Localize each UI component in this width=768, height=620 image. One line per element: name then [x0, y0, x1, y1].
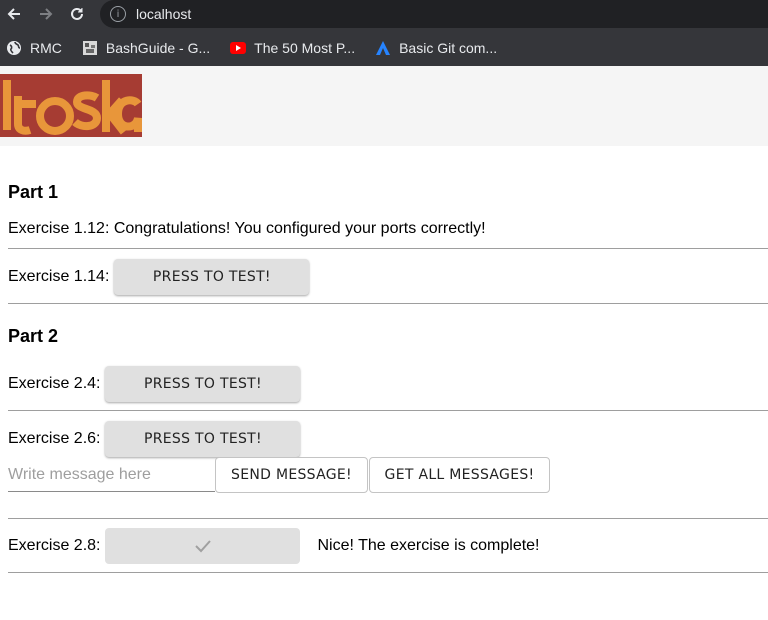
page-header — [0, 66, 768, 146]
send-message-button[interactable]: SEND MESSAGE! — [215, 457, 368, 493]
exercise-2-8-label: Exercise 2.8: — [8, 536, 101, 554]
bookmark-label: BashGuide - G... — [105, 40, 211, 56]
toska-logo — [0, 74, 142, 142]
main-content: Part 1 Exercise 1.12: Congratulations! Y… — [0, 146, 768, 573]
exercise-2-6-test-button[interactable]: PRESS TO TEST! — [105, 420, 301, 457]
back-icon[interactable] — [4, 4, 24, 24]
get-all-messages-button[interactable]: GET ALL MESSAGES! — [369, 457, 550, 493]
reload-icon[interactable] — [67, 4, 87, 24]
browser-toolbar: i localhost — [0, 0, 768, 30]
address-bar[interactable]: i localhost — [100, 0, 768, 28]
part1-heading: Part 1 — [8, 182, 59, 202]
exercise-1-12-text: Exercise 1.12: Congratulations! You conf… — [8, 220, 486, 237]
bookmark-label: RMC — [30, 40, 62, 56]
part2-heading: Part 2 — [8, 326, 59, 346]
globe-icon — [6, 40, 22, 56]
exercise-2-8-status: Nice! The exercise is complete! — [317, 536, 540, 554]
bookmark-youtube[interactable]: The 50 Most P... — [230, 40, 355, 56]
divider — [8, 572, 768, 573]
bashguide-favicon — [82, 40, 98, 56]
exercise-2-4-row: Exercise 2.4: PRESS TO TEST! — [8, 365, 768, 402]
bookmark-label: Basic Git com... — [399, 40, 498, 56]
forward-icon[interactable] — [36, 4, 56, 24]
exercise-1-14-label: Exercise 1.14: — [8, 267, 110, 285]
exercise-2-6-row: Exercise 2.6: PRESS TO TEST! — [8, 420, 768, 457]
message-row: SEND MESSAGE! GET ALL MESSAGES! — [8, 457, 768, 493]
exercise-2-6-label: Exercise 2.6: — [8, 429, 101, 447]
url-text: localhost — [136, 6, 192, 22]
exercise-2-8-row: Exercise 2.8: Nice! The exercise is comp… — [8, 527, 768, 564]
atlassian-icon — [375, 40, 391, 56]
bookmarks-bar: RMC BashGuide - G... The 50 Most P... Ba… — [0, 30, 768, 66]
exercise-2-4-label: Exercise 2.4: — [8, 374, 101, 392]
bookmark-basic-git[interactable]: Basic Git com... — [375, 40, 497, 56]
bookmark-bashguide[interactable]: BashGuide - G... — [82, 40, 210, 56]
bookmark-rmc[interactable]: RMC — [6, 40, 62, 56]
exercise-2-4-test-button[interactable]: PRESS TO TEST! — [105, 365, 301, 402]
message-input[interactable] — [8, 458, 215, 492]
check-icon — [195, 539, 211, 552]
site-info-icon[interactable]: i — [110, 6, 126, 22]
bookmark-label: The 50 Most P... — [254, 40, 356, 56]
exercise-1-12-row: Exercise 1.12: Congratulations! You conf… — [8, 220, 768, 238]
exercise-1-14-row: Exercise 1.14: PRESS TO TEST! — [8, 258, 768, 295]
youtube-icon — [230, 40, 247, 56]
exercise-1-14-test-button[interactable]: PRESS TO TEST! — [114, 258, 310, 295]
exercise-2-8-done-button — [105, 527, 301, 564]
